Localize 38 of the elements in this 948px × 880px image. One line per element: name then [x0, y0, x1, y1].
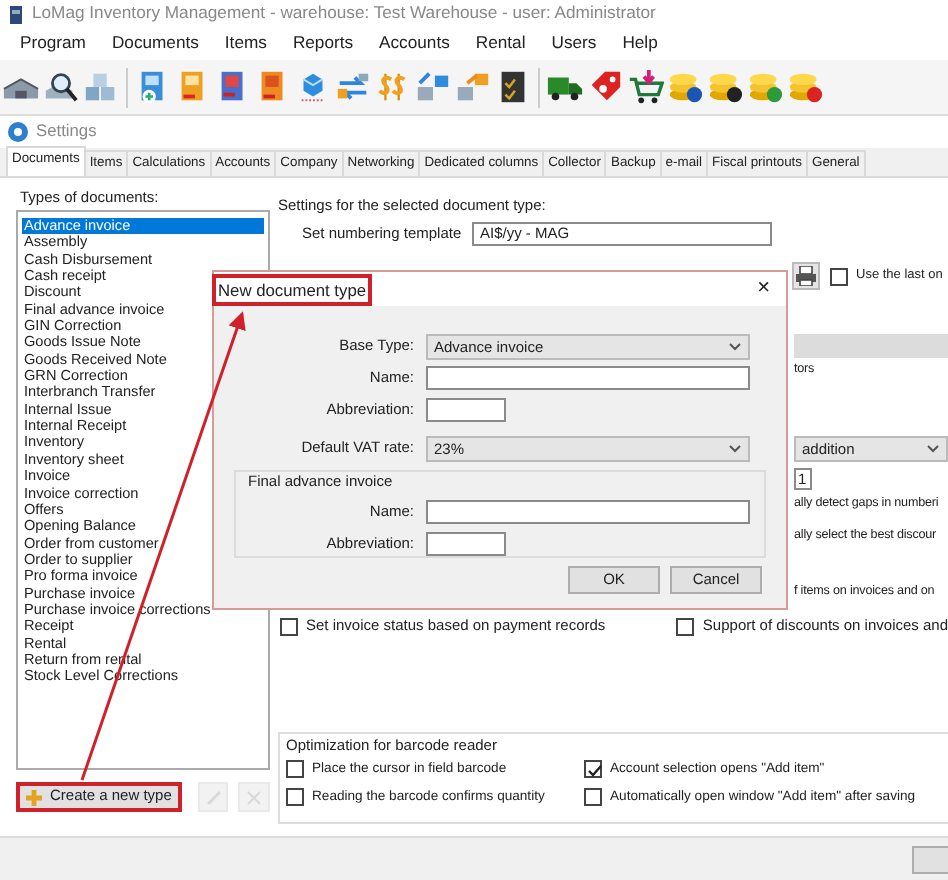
menu-item[interactable]: Reports [292, 34, 354, 54]
cart-icon[interactable] [626, 68, 664, 106]
window-title: LoMag Inventory Management - warehouse: Test Warehouse - user: Administrator [32, 4, 656, 24]
close-button[interactable]: × [757, 278, 770, 300]
printer-icon[interactable] [792, 262, 820, 290]
boxes-icon[interactable] [414, 68, 452, 106]
delete-icon [246, 789, 263, 805]
checkbox[interactable] [830, 267, 848, 285]
checkbox[interactable] [286, 788, 304, 807]
chevron-down-icon[interactable] [926, 444, 940, 454]
coins-icon[interactable] [706, 68, 744, 106]
menu-item[interactable]: Program [20, 34, 86, 54]
chevron-down-icon[interactable] [728, 341, 742, 351]
chevron-down-icon[interactable] [728, 443, 742, 453]
checkbox[interactable] [584, 760, 602, 779]
window-title: Settings [36, 122, 97, 142]
menu-item[interactable]: Items [224, 34, 267, 54]
checkbox[interactable] [286, 760, 304, 779]
checkbox[interactable] [584, 788, 602, 807]
settings-icon [8, 122, 28, 142]
dialog-title: New document type [212, 273, 373, 305]
search-icon[interactable] [42, 68, 80, 106]
menu-item[interactable]: Documents [111, 34, 199, 54]
text-field[interactable] [426, 366, 750, 390]
checkbox[interactable] [676, 617, 695, 635]
menu-item[interactable]: Users [551, 34, 597, 54]
tag-icon[interactable] [586, 68, 624, 106]
menu-item[interactable]: Rental [475, 34, 526, 54]
checkbox[interactable] [280, 617, 298, 635]
app-icon [8, 5, 24, 23]
text-field[interactable] [426, 398, 506, 422]
menu-item[interactable]: Accounts [379, 34, 450, 54]
text-field[interactable] [426, 500, 750, 524]
pencil-icon [205, 789, 222, 805]
coins-icon[interactable] [666, 68, 704, 106]
menu-item[interactable]: Help [622, 34, 658, 54]
plus-icon [26, 789, 42, 805]
text-field[interactable] [426, 532, 506, 556]
